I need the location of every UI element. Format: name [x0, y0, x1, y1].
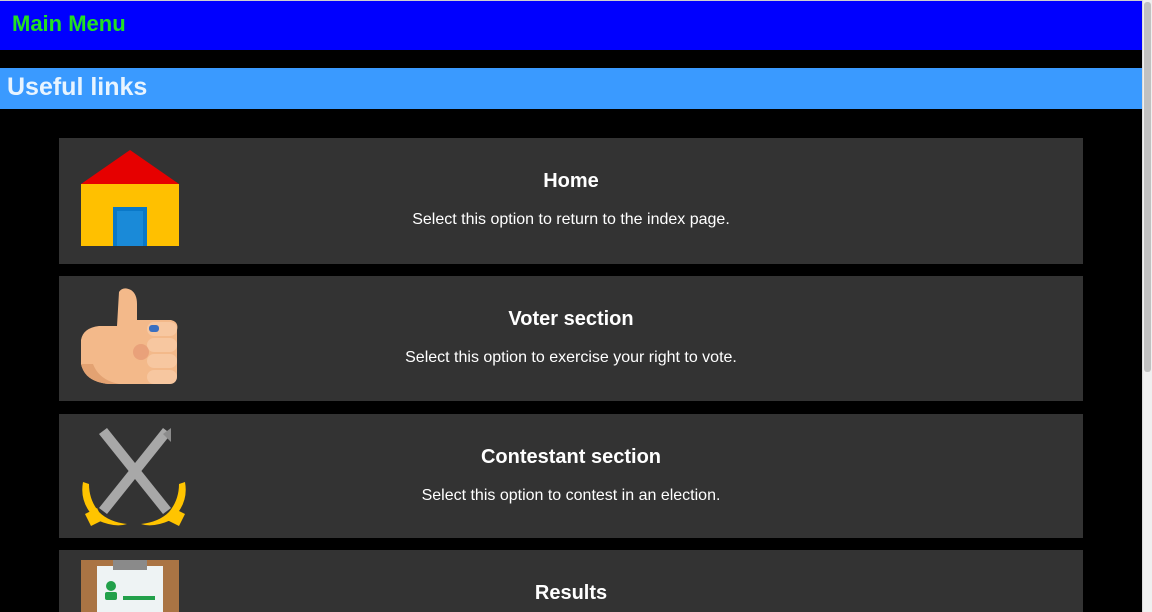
voter-section-card-description: Select this option to exercise your righ… [405, 349, 737, 366]
top-nav-bar: Main Menu [0, 0, 1142, 50]
crossed-swords-icon [79, 424, 191, 532]
home-card-description: Select this option to return to the inde… [412, 211, 730, 228]
contestant-section-card-description: Select this option to contest in an elec… [421, 487, 721, 504]
voter-section-card[interactable]: Voter section Select this option to exer… [59, 276, 1083, 401]
results-card-title: Results [534, 582, 608, 604]
contestant-section-card[interactable]: Contestant section Select this option to… [59, 414, 1083, 538]
voter-section-card-title: Voter section [508, 308, 634, 330]
home-card-title: Home [543, 170, 599, 192]
contestant-section-card-title: Contestant section [480, 446, 662, 468]
results-card[interactable]: Results [59, 550, 1083, 612]
thumbs-up-icon [79, 286, 191, 394]
vertical-scrollbar[interactable] [1142, 0, 1152, 612]
useful-links-heading: Useful links [7, 73, 148, 101]
scrollbar-thumb[interactable] [1144, 2, 1151, 372]
home-card[interactable]: Home Select this option to return to the… [59, 138, 1083, 264]
main-menu-title[interactable]: Main Menu [12, 11, 126, 37]
useful-links-bar: Useful links [0, 68, 1142, 109]
house-icon [79, 148, 191, 256]
page: Main Menu Useful links Home Select this … [0, 0, 1152, 612]
